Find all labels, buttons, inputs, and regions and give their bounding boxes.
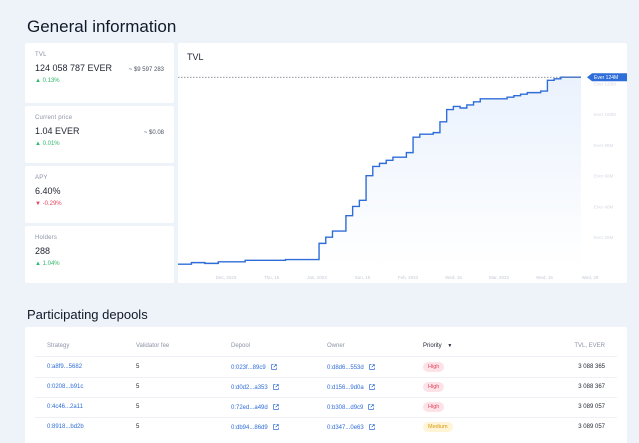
tvl-chart[interactable]: TVL Ever 20M Ever 40M Ever 60M Ever 80M Ever… bbox=[178, 43, 627, 283]
row-validator-fee: 5 bbox=[136, 364, 140, 370]
apy-change: ▼ -0.29% bbox=[35, 201, 62, 207]
y-tick-label: Ever 120M bbox=[594, 81, 616, 86]
external-link-icon[interactable] bbox=[272, 404, 279, 410]
y-tick-label: Ever 100M bbox=[594, 112, 616, 117]
tvl-card: TVL 124 058 787 EVER ~ $9 597 283 ▲ 0.13… bbox=[25, 43, 174, 103]
external-link-icon[interactable] bbox=[368, 384, 375, 390]
y-tick-label: Ever 60M bbox=[594, 174, 614, 179]
sort-down-icon: ▼ bbox=[447, 343, 453, 349]
row-tvl: 3 089 057 bbox=[578, 424, 605, 430]
col-validator-fee[interactable]: Validator fee bbox=[136, 343, 169, 349]
x-tick-label: Wed, 15 bbox=[445, 275, 462, 280]
x-tick-label: Wed, 29 bbox=[582, 275, 599, 280]
col-tvl[interactable]: TVL, EVER bbox=[574, 343, 605, 349]
row-divider bbox=[35, 397, 617, 398]
external-link-icon[interactable] bbox=[272, 424, 279, 430]
row-owner-link[interactable]: 0:d8d6...553d bbox=[327, 364, 375, 371]
row-strategy-link[interactable]: 0:8918...bd2b bbox=[47, 424, 84, 430]
x-tick-label: Wed, 15 bbox=[536, 275, 553, 280]
row-strategy-link[interactable]: 0:0208...b91c bbox=[47, 384, 83, 390]
priority-badge: High bbox=[423, 402, 445, 412]
x-tick-label: Sun, 15 bbox=[355, 275, 371, 280]
row-validator-fee: 5 bbox=[136, 404, 140, 410]
price-change: ▲ 0.01% bbox=[35, 141, 60, 147]
price-label: Current price bbox=[35, 115, 73, 121]
y-tick-label: Ever 80M bbox=[594, 143, 614, 148]
depools-table: Strategy Validator fee Depool Owner Prio… bbox=[25, 327, 627, 443]
tvl-usd: ~ $9 597 283 bbox=[128, 67, 164, 73]
row-owner-text[interactable]: 0:b308...d9c9 bbox=[327, 405, 363, 411]
row-strategy-link[interactable]: 0:4c46...2a11 bbox=[47, 404, 83, 410]
holders-change: ▲ 1.04% bbox=[35, 261, 60, 267]
x-tick-label: Mar, 2023 bbox=[489, 275, 510, 280]
external-link-icon[interactable] bbox=[368, 404, 375, 410]
row-depool-link[interactable]: 0:72ed...a49d bbox=[231, 404, 279, 411]
row-depool-text[interactable]: 0:023f...89c9 bbox=[231, 365, 266, 371]
holders-value: 288 bbox=[35, 246, 51, 256]
x-tick-label: Dec, 2023 bbox=[216, 275, 237, 280]
x-tick-label: Thu, 15 bbox=[264, 275, 280, 280]
row-depool-text[interactable]: 0:db94...86d9 bbox=[231, 425, 268, 431]
row-owner-text[interactable]: 0:d156...9d0a bbox=[327, 385, 364, 391]
y-tick-label: Ever 20M bbox=[594, 235, 614, 240]
participating-depools-title: Participating depools bbox=[27, 307, 148, 322]
y-tick-label: Ever 40M bbox=[594, 204, 614, 209]
row-owner-link[interactable]: 0:b308...d9c9 bbox=[327, 404, 375, 411]
price-card: Current price 1.04 EVER ~ $0.08 ▲ 0.01% bbox=[25, 106, 174, 163]
row-depool-link[interactable]: 0:db94...86d9 bbox=[231, 424, 279, 431]
external-link-icon[interactable] bbox=[272, 384, 279, 390]
row-validator-fee: 5 bbox=[136, 384, 140, 390]
row-owner-link[interactable]: 0:d347...0e63 bbox=[327, 424, 375, 431]
external-link-icon[interactable] bbox=[368, 424, 375, 430]
external-link-icon[interactable] bbox=[368, 364, 375, 370]
col-owner[interactable]: Owner bbox=[327, 343, 345, 349]
price-usd: ~ $0.08 bbox=[143, 130, 164, 136]
row-tvl: 3 089 057 bbox=[578, 404, 605, 410]
apy-card: APY 6.40% ▼ -0.29% bbox=[25, 166, 174, 223]
row-owner-text[interactable]: 0:d347...0e63 bbox=[327, 425, 364, 431]
priority-badge: High bbox=[423, 362, 445, 372]
row-depool-link[interactable]: 0:023f...89c9 bbox=[231, 364, 277, 371]
holders-card: Holders 288 ▲ 1.04% bbox=[25, 226, 174, 283]
apy-label: APY bbox=[35, 175, 48, 181]
row-tvl: 3 088 367 bbox=[578, 384, 605, 390]
row-tvl: 3 088 365 bbox=[578, 364, 605, 370]
tvl-area bbox=[178, 77, 581, 268]
priority-badge: High bbox=[423, 382, 445, 392]
row-owner-text[interactable]: 0:d8d6...553d bbox=[327, 365, 364, 371]
row-depool-link[interactable]: 0:d0d2...a353 bbox=[231, 384, 279, 391]
row-validator-fee: 5 bbox=[136, 424, 140, 430]
external-link-icon[interactable] bbox=[270, 364, 277, 370]
col-priority[interactable]: Priority ▼ bbox=[423, 343, 452, 349]
divider bbox=[35, 356, 617, 357]
row-owner-link[interactable]: 0:d156...9d0a bbox=[327, 384, 375, 391]
row-divider bbox=[35, 417, 617, 418]
tvl-label: TVL bbox=[35, 52, 47, 58]
row-depool-text[interactable]: 0:72ed...a49d bbox=[231, 405, 268, 411]
priority-badge: Medium bbox=[423, 422, 453, 432]
tvl-chart-svg[interactable]: Ever 20M Ever 40M Ever 60M Ever 80M Ever 100… bbox=[178, 43, 627, 283]
general-information-title: General information bbox=[27, 17, 177, 36]
apy-value: 6.40% bbox=[35, 186, 61, 196]
current-value-label: Ever 124M bbox=[594, 75, 618, 81]
row-depool-text[interactable]: 0:d0d2...a353 bbox=[231, 385, 268, 391]
tvl-change: ▲ 0.13% bbox=[35, 78, 60, 84]
x-tick-label: Feb, 2023 bbox=[398, 275, 419, 280]
col-depool[interactable]: Depool bbox=[231, 343, 250, 349]
col-priority-label: Priority bbox=[423, 343, 442, 349]
col-strategy[interactable]: Strategy bbox=[47, 343, 69, 349]
row-strategy-link[interactable]: 0:a8f9...5682 bbox=[47, 364, 82, 370]
row-divider bbox=[35, 377, 617, 378]
holders-label: Holders bbox=[35, 235, 58, 241]
x-tick-label: Jan, 2023 bbox=[307, 275, 327, 280]
